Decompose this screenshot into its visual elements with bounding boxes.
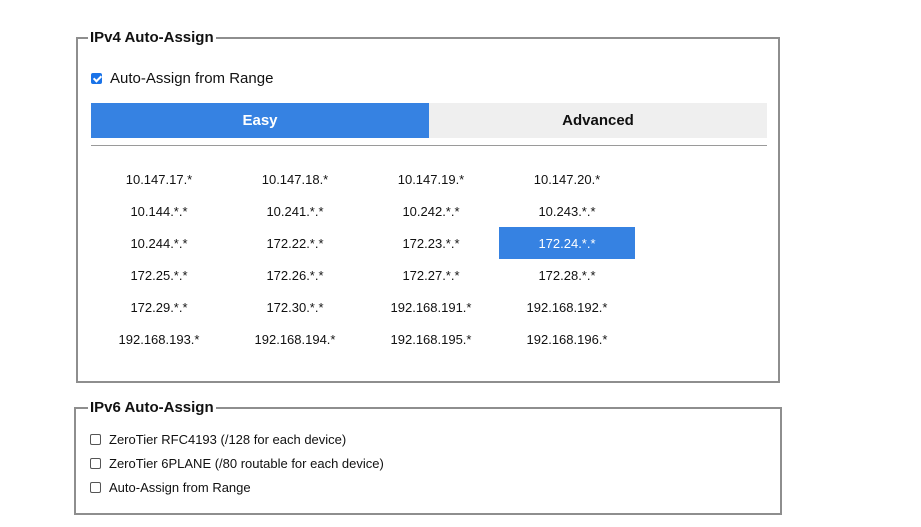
ipv4-auto-assign-label: Auto-Assign from Range — [110, 70, 274, 87]
range-option[interactable]: 172.22.*.* — [227, 227, 363, 259]
assign-mode-tabs: Easy Advanced — [91, 103, 767, 138]
range-option[interactable]: 172.27.*.* — [363, 259, 499, 291]
range-option[interactable]: 10.243.*.* — [499, 195, 635, 227]
range-option[interactable]: 10.147.19.* — [363, 163, 499, 195]
ipv4-range-grid: 10.147.17.* 10.147.18.* 10.147.19.* 10.1… — [91, 163, 635, 355]
range-option[interactable]: 172.25.*.* — [91, 259, 227, 291]
range-option[interactable]: 10.241.*.* — [227, 195, 363, 227]
range-option[interactable]: 172.30.*.* — [227, 291, 363, 323]
ipv6-6plane-label: ZeroTier 6PLANE (/80 routable for each d… — [109, 456, 384, 471]
range-option[interactable]: 192.168.191.* — [363, 291, 499, 323]
tab-advanced[interactable]: Advanced — [429, 103, 767, 138]
ipv4-legend: IPv4 Auto-Assign — [88, 29, 216, 47]
range-option[interactable]: 192.168.196.* — [499, 323, 635, 355]
range-option[interactable]: 10.242.*.* — [363, 195, 499, 227]
ipv6-auto-assign-range-option[interactable]: Auto-Assign from Range — [90, 480, 251, 495]
range-option[interactable]: 10.244.*.* — [91, 227, 227, 259]
ipv4-auto-assign-group: IPv4 Auto-Assign Auto-Assign from Range … — [76, 29, 780, 383]
range-option[interactable]: 10.147.17.* — [91, 163, 227, 195]
tabs-divider — [91, 145, 767, 146]
ipv4-auto-assign-checkbox[interactable] — [91, 73, 102, 84]
ipv6-rfc4193-checkbox[interactable] — [90, 434, 101, 445]
range-option[interactable]: 172.29.*.* — [91, 291, 227, 323]
ipv6-6plane-checkbox[interactable] — [90, 458, 101, 469]
range-option[interactable]: 10.147.18.* — [227, 163, 363, 195]
ipv6-auto-assign-range-label: Auto-Assign from Range — [109, 480, 251, 495]
range-option[interactable]: 172.26.*.* — [227, 259, 363, 291]
range-option[interactable]: 192.168.195.* — [363, 323, 499, 355]
range-option[interactable]: 192.168.192.* — [499, 291, 635, 323]
ipv6-legend: IPv6 Auto-Assign — [88, 399, 216, 417]
ipv6-6plane-option[interactable]: ZeroTier 6PLANE (/80 routable for each d… — [90, 456, 384, 471]
ipv6-rfc4193-label: ZeroTier RFC4193 (/128 for each device) — [109, 432, 347, 447]
range-option[interactable]: 192.168.193.* — [91, 323, 227, 355]
range-option[interactable]: 10.147.20.* — [499, 163, 635, 195]
range-option-selected[interactable]: 172.24.*.* — [499, 227, 635, 259]
ipv6-auto-assign-group: IPv6 Auto-Assign ZeroTier RFC4193 (/128 … — [74, 399, 782, 515]
range-option[interactable]: 172.28.*.* — [499, 259, 635, 291]
range-option[interactable]: 10.144.*.* — [91, 195, 227, 227]
range-option[interactable]: 172.23.*.* — [363, 227, 499, 259]
ipv4-auto-assign-option[interactable]: Auto-Assign from Range — [91, 70, 273, 87]
tab-easy[interactable]: Easy — [91, 103, 429, 138]
range-option[interactable]: 192.168.194.* — [227, 323, 363, 355]
ipv6-auto-assign-range-checkbox[interactable] — [90, 482, 101, 493]
ipv6-rfc4193-option[interactable]: ZeroTier RFC4193 (/128 for each device) — [90, 432, 346, 447]
